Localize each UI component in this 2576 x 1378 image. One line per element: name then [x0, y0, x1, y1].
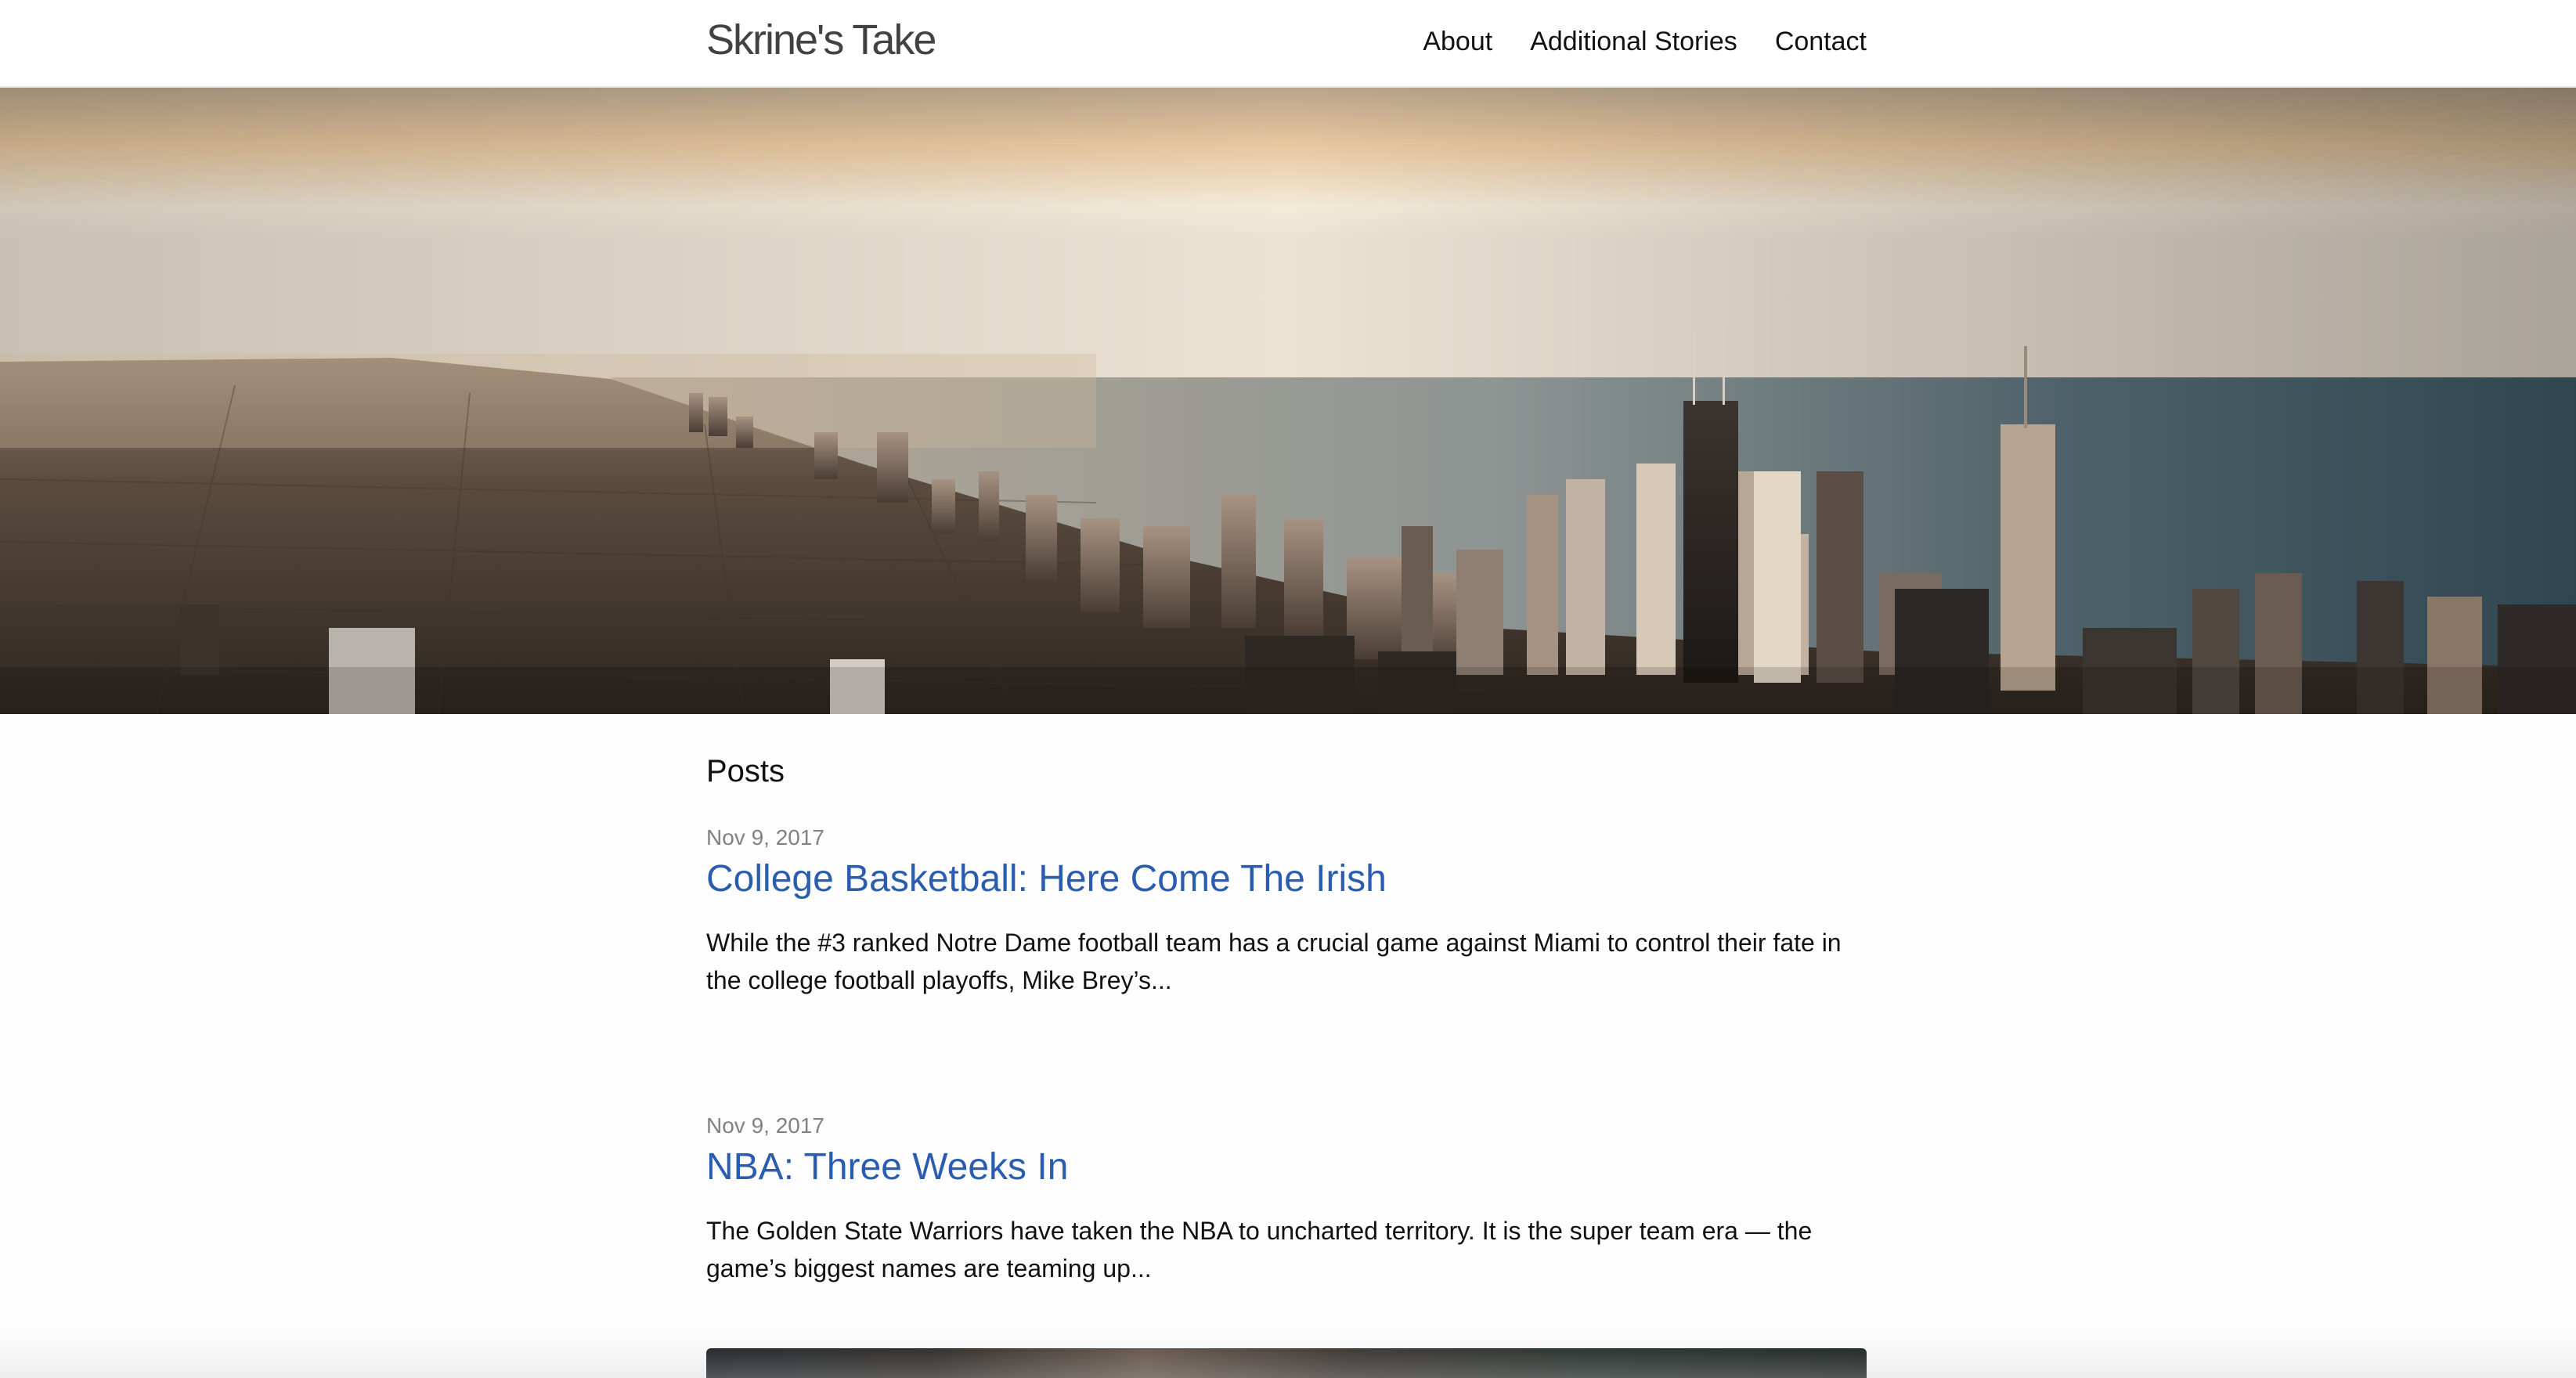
nav-link-contact[interactable]: Contact [1775, 22, 1867, 61]
post-excerpt: The Golden State Warriors have taken the… [706, 1217, 1813, 1282]
main-content: Posts Nov 9, 2017 College Basketball: He… [706, 752, 1867, 1287]
posts-heading: Posts [706, 754, 785, 788]
post-excerpt: While the #3 ranked Notre Dame football … [706, 929, 1842, 994]
site-header: Skrine's Take About Additional Stories C… [0, 0, 2576, 88]
nav-link-additional-stories[interactable]: Additional Stories [1530, 22, 1737, 61]
hero-image [0, 88, 2576, 714]
post-item: Nov 9, 2017 College Basketball: Here Com… [706, 824, 1867, 999]
site-nav: About Additional Stories Contact [1423, 22, 1867, 61]
post-date: Nov 9, 2017 [706, 825, 824, 850]
post-image [706, 1348, 1867, 1378]
post-date: Nov 9, 2017 [706, 1113, 824, 1138]
site-title-link[interactable]: Skrine's Take [706, 14, 936, 66]
post-title-link[interactable]: NBA: Three Weeks In [706, 1142, 1867, 1193]
post-item: Nov 9, 2017 NBA: Three Weeks In The Gold… [706, 1112, 1867, 1287]
nav-link-about[interactable]: About [1423, 22, 1492, 61]
page: Skrine's Take About Additional Stories C… [0, 0, 2576, 1378]
post-title-link[interactable]: College Basketball: Here Come The Irish [706, 853, 1867, 905]
